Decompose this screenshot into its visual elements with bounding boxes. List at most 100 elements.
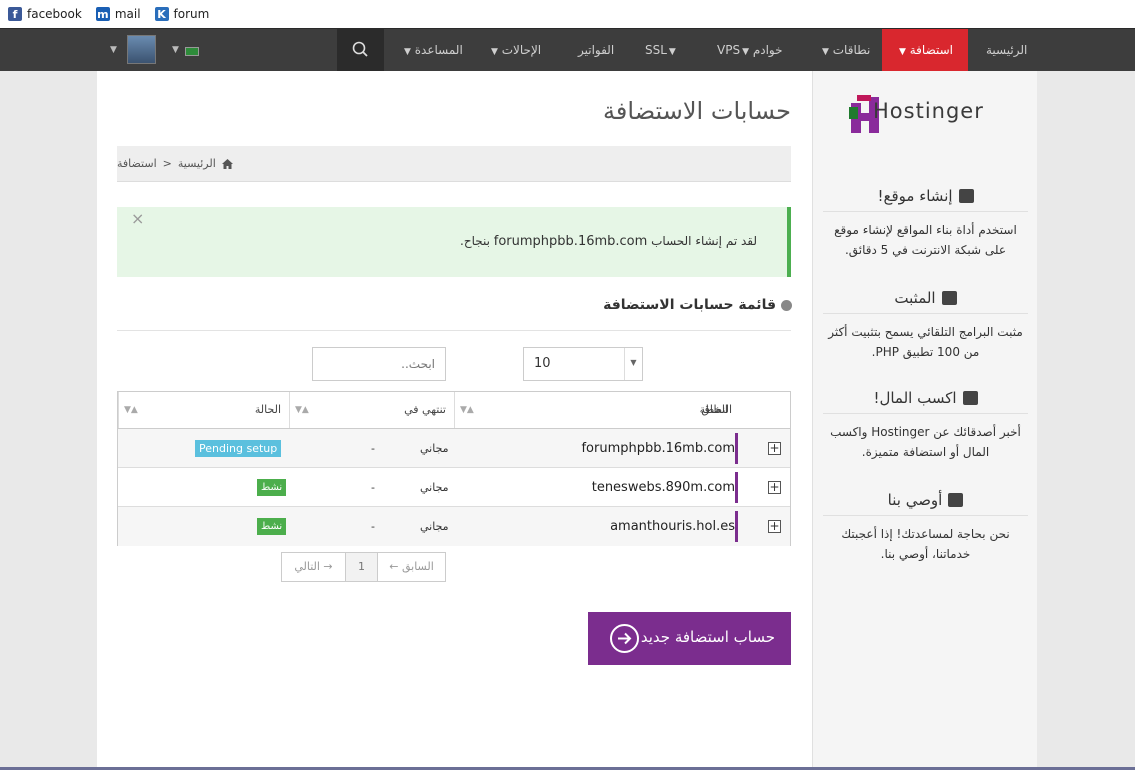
- chevron-down-icon[interactable]: ▼: [110, 29, 117, 71]
- sidebar-block-body: أخبر أصدقائك عن Hostinger واكسب المال أو…: [830, 425, 1021, 459]
- page-size-select[interactable]: 10 ▼: [523, 347, 643, 381]
- nav-vps[interactable]: VPS ▼ خوادم: [717, 29, 783, 71]
- nav-label: الإحالات: [501, 43, 542, 57]
- sidebar-block-recommend: أوصي بنا نحن بحاجة لمساعدتك! إذا أعجبتك …: [823, 491, 1028, 564]
- bookmarks-bar: f facebook m mail K forum: [0, 0, 1135, 28]
- nav-help[interactable]: ▼ المساعدة: [402, 29, 463, 71]
- sidebar-block-body: مثبت البرامج التلقائي يسمح بتثبيت أكثر م…: [828, 325, 1023, 359]
- bookmark-label: facebook: [27, 7, 82, 21]
- sidebar-title-text: إنشاء موقع!: [877, 187, 953, 205]
- page-size-value: 10: [534, 356, 551, 371]
- nav-billing[interactable]: الفواتير: [578, 29, 614, 71]
- expand-row-icon[interactable]: +: [768, 481, 781, 494]
- gears-icon: [958, 189, 974, 203]
- breadcrumb: الرئيسية < استضافة: [117, 146, 791, 182]
- bookmark-mail[interactable]: m mail: [95, 7, 141, 21]
- table-header: ▲▼ الحالة ▲▼ تنتهي في ▲▼ الخطة النطاق: [118, 392, 790, 429]
- expires-cell: -: [371, 442, 375, 455]
- plan-cell: مجاني: [420, 520, 449, 533]
- table-row: نشط - مجاني teneswebs.890m.com +: [118, 468, 790, 507]
- next-page-button[interactable]: التالي →: [282, 553, 346, 581]
- search-icon: [352, 41, 368, 57]
- forum-icon: K: [154, 7, 169, 21]
- sidebar-title-text: اكسب المال!: [873, 389, 957, 407]
- domain-cell[interactable]: amanthouris.hol.es: [610, 507, 735, 546]
- sidebar-block-title: إنشاء موقع!: [823, 187, 1028, 212]
- column-status[interactable]: ▲▼ الحالة: [118, 392, 289, 428]
- success-alert: × لقد تم إنشاء الحساب forumphpbb.16mb.co…: [117, 207, 791, 277]
- nav-label: المساعدة: [414, 43, 463, 57]
- row-indicator: [735, 433, 738, 464]
- nav-domains[interactable]: ▼ نطاقات: [820, 29, 870, 71]
- chevron-down-icon: ▼: [404, 47, 411, 57]
- expand-row-icon[interactable]: +: [768, 520, 781, 533]
- button-label: حساب استضافة جديد: [640, 628, 775, 646]
- mail-icon: m: [95, 7, 110, 21]
- sort-icon: ▲▼: [124, 405, 138, 415]
- nav-label: الفواتير: [578, 43, 615, 57]
- search-button[interactable]: [337, 29, 384, 71]
- chevron-down-icon[interactable]: ▼: [172, 29, 179, 71]
- nav-ssl[interactable]: SSL ▼: [645, 29, 676, 71]
- globe-icon: [781, 299, 792, 311]
- alert-domain: forumphpbb.16mb.com: [493, 234, 648, 249]
- current-page[interactable]: 1: [346, 553, 378, 581]
- column-domain[interactable]: النطاق: [454, 392, 740, 428]
- avatar[interactable]: [127, 35, 156, 64]
- chevron-down-icon: ▼: [899, 47, 906, 57]
- nav-label: خوادم: [752, 43, 783, 57]
- domain-cell[interactable]: forumphpbb.16mb.com: [581, 429, 735, 468]
- expand-row-icon[interactable]: +: [768, 442, 781, 455]
- hostinger-logo[interactable]: Hostinger: [843, 93, 1013, 143]
- bookmark-label: mail: [114, 7, 141, 21]
- table-row: نشط - مجاني amanthouris.hol.es +: [118, 507, 790, 546]
- sidebar-block-website-builder: إنشاء موقع! استخدم أداة بناء المواقع لإن…: [823, 187, 1028, 260]
- section-title: قائمة حسابات الاستضافة: [603, 297, 792, 313]
- search-input[interactable]: [312, 347, 446, 381]
- hosting-table: ▲▼ الحالة ▲▼ تنتهي في ▲▼ الخطة النطاق Pe…: [117, 391, 791, 546]
- money-icon: [962, 391, 978, 405]
- bookmark-facebook[interactable]: f facebook: [8, 7, 82, 21]
- sidebar-block-title: اكسب المال!: [823, 389, 1028, 414]
- status-badge: نشط: [257, 518, 287, 535]
- plan-cell: مجاني: [420, 481, 449, 494]
- sidebar-block-title: أوصي بنا: [823, 491, 1028, 516]
- arrow-right-icon: [610, 624, 639, 653]
- chevron-down-icon: ▼: [742, 47, 749, 57]
- sidebar-block-earn-money: اكسب المال! أخبر أصدقائك عن Hostinger وا…: [823, 389, 1028, 462]
- expires-cell: -: [371, 481, 375, 494]
- sidebar-title-text: المثبت: [894, 289, 936, 307]
- alert-prefix: لقد تم إنشاء الحساب: [651, 234, 757, 248]
- flag-icon[interactable]: [185, 47, 199, 56]
- divider: [117, 330, 791, 331]
- breadcrumb-home[interactable]: الرئيسية: [178, 157, 216, 170]
- alert-suffix: بنجاح.: [460, 234, 490, 248]
- chevron-down-icon: ▼: [668, 47, 676, 57]
- facebook-icon: f: [8, 7, 22, 21]
- new-hosting-account-button[interactable]: حساب استضافة جديد: [588, 612, 791, 665]
- logo-text: Hostinger: [873, 99, 984, 123]
- main-content: حسابات الاستضافة الرئيسية < استضافة × لق…: [97, 71, 812, 770]
- status-badge: نشط: [257, 479, 287, 496]
- nav-label: استضافة: [909, 43, 953, 57]
- row-indicator: [735, 472, 738, 503]
- row-indicator: [735, 511, 738, 542]
- nav-hosting[interactable]: ▼ استضافة: [882, 29, 968, 71]
- close-icon[interactable]: ×: [131, 209, 144, 228]
- section-title-text: قائمة حسابات الاستضافة: [603, 297, 776, 313]
- chevron-down-icon: ▼: [491, 47, 498, 57]
- home-icon: [221, 158, 233, 169]
- nav-referrals[interactable]: ▼ الإحالات: [489, 29, 541, 71]
- main-nav: ▼ ▼ ▼ المساعدة ▼ الإحالات الفواتير SSL ▼ …: [0, 28, 1135, 71]
- expires-cell: -: [371, 520, 375, 533]
- alert-message: لقد تم إنشاء الحساب forumphpbb.16mb.com …: [460, 234, 757, 249]
- nav-label: SSL: [645, 43, 667, 57]
- nav-home[interactable]: الرئيسية: [986, 29, 1027, 71]
- domain-cell[interactable]: teneswebs.890m.com: [592, 468, 735, 507]
- bookmark-forum[interactable]: K forum: [154, 7, 209, 21]
- sort-icon: ▲▼: [295, 405, 309, 415]
- thumbs-up-icon: [948, 493, 964, 507]
- column-expires[interactable]: ▲▼ تنتهي في: [289, 392, 454, 428]
- breadcrumb-current: استضافة: [117, 157, 157, 170]
- previous-page-button[interactable]: ← السابق: [378, 553, 445, 581]
